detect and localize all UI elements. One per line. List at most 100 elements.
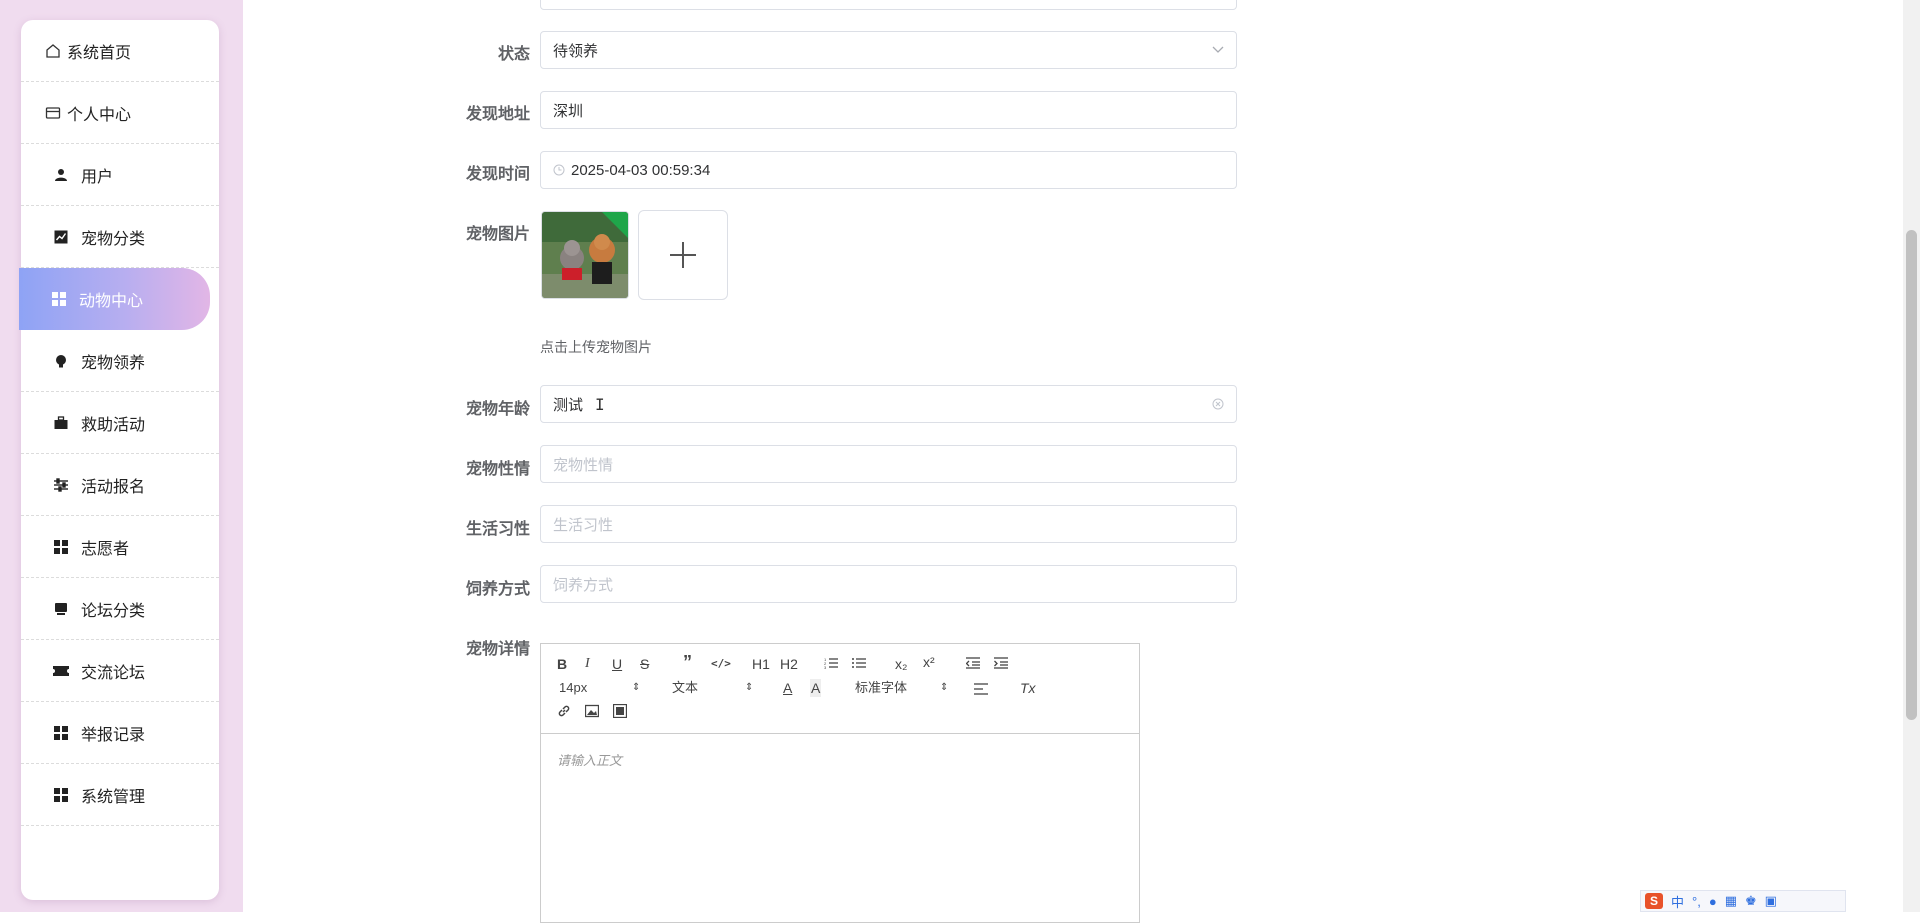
sidebar-item-label: 系统管理 <box>81 788 146 806</box>
status-select[interactable]: 待领养 <box>540 31 1237 69</box>
feeding-label: 饲养方式 <box>465 581 530 598</box>
briefcase-icon <box>51 413 71 433</box>
italic-button[interactable]: I <box>585 655 590 673</box>
sidebar-item-forum[interactable]: 交流论坛 <box>21 640 219 702</box>
sidebar-item-label: 系统首页 <box>67 44 132 62</box>
text-cursor-icon: I <box>595 394 605 414</box>
align-left-icon[interactable] <box>974 681 988 699</box>
h1-button[interactable]: H1 <box>752 655 770 673</box>
found-time-picker[interactable]: 2025-04-03 00:59:34 <box>540 151 1237 189</box>
grid-icon <box>51 785 71 805</box>
image-icon[interactable] <box>584 704 600 722</box>
pet-temper-placeholder: 宠物性情 <box>553 456 614 474</box>
pet-temper-label: 宠物性情 <box>465 461 530 478</box>
plus-icon <box>668 240 698 270</box>
ime-toolbar[interactable]: S 中 °, ● ▦ ♚ ▣ <box>1640 890 1846 912</box>
sidebar-item-system-management[interactable]: 系统管理 <box>21 764 219 826</box>
sidebar-item-home[interactable]: 系统首页 <box>21 20 219 82</box>
pet-age-label: 宠物年龄 <box>465 401 530 418</box>
outdent-icon[interactable] <box>965 655 980 673</box>
sidebar-item-user[interactable]: 用户 <box>21 144 219 206</box>
sidebar-item-label: 用户 <box>81 168 114 186</box>
keyboard-icon[interactable]: ▦ <box>1725 893 1737 909</box>
font-family-select[interactable]: 标准字体 <box>855 679 907 697</box>
code-icon[interactable]: </> <box>711 655 731 673</box>
home-icon <box>43 41 63 61</box>
sidebar-item-activity-signup[interactable]: 活动报名 <box>21 454 219 516</box>
sidebar-item-report-record[interactable]: 举报记录 <box>21 702 219 764</box>
feeding-placeholder: 饲养方式 <box>553 576 614 594</box>
subscript-button[interactable]: x₂ <box>895 655 907 673</box>
microphone-icon[interactable]: ● <box>1709 894 1717 909</box>
indent-icon[interactable] <box>994 655 1008 673</box>
svg-text:3: 3 <box>824 665 827 669</box>
sidebar-item-label: 举报记录 <box>81 726 146 744</box>
ime-language[interactable]: 中 <box>1671 892 1684 911</box>
grid-icon <box>51 537 71 557</box>
page-scrollbar[interactable] <box>1903 0 1920 912</box>
sidebar-item-label: 宠物分类 <box>81 230 146 248</box>
sidebar-item-label: 动物中心 <box>79 293 144 310</box>
living-habits-placeholder: 生活习性 <box>553 516 614 534</box>
user-icon <box>51 165 71 185</box>
editor-placeholder: 请输入正文 <box>557 753 623 768</box>
previous-field[interactable] <box>540 0 1237 10</box>
editor-toolbar: B I U S ” </> H1 H2 123 x₂ x² 14px ⇕ 文本 … <box>541 644 1139 734</box>
ime-logo-icon: S <box>1645 893 1663 909</box>
superscript-button[interactable]: x² <box>923 653 935 671</box>
ordered-list-icon[interactable]: 123 <box>824 655 838 673</box>
found-time-label: 发现时间 <box>465 166 530 183</box>
sidebar-item-pet-adoption[interactable]: 宠物领养 <box>21 330 219 392</box>
sidebar-item-label: 宠物领养 <box>81 354 146 372</box>
found-time-value: 2025-04-03 00:59:34 <box>571 161 711 179</box>
font-size-select[interactable]: 14px <box>559 679 587 697</box>
pet-age-input[interactable]: 测试 I <box>540 385 1237 423</box>
block-type-select[interactable]: 文本 <box>672 679 698 697</box>
clear-format-label: Tx <box>1020 680 1036 696</box>
background-color-icon[interactable]: A <box>810 679 822 697</box>
tray-icon <box>51 599 71 619</box>
font-color-icon[interactable]: A <box>783 679 792 697</box>
sliders-icon <box>51 475 71 495</box>
address-input[interactable]: 深圳 <box>540 91 1237 129</box>
sidebar-item-forum-category[interactable]: 论坛分类 <box>21 578 219 640</box>
chevron-down-icon <box>1212 32 1224 68</box>
pet-age-value: 测试 <box>553 396 584 414</box>
apps-icon[interactable]: ▣ <box>1765 893 1777 909</box>
status-value: 待领养 <box>553 42 599 60</box>
bold-button[interactable]: B <box>557 655 567 673</box>
updown-icon: ⇕ <box>940 682 949 693</box>
sidebar-item-label: 个人中心 <box>67 106 132 124</box>
updown-icon: ⇕ <box>632 682 641 693</box>
clear-icon[interactable] <box>1212 386 1224 422</box>
grid-icon <box>49 289 69 309</box>
punctuation-icon[interactable]: °, <box>1692 894 1701 909</box>
clock-icon <box>553 164 565 176</box>
link-icon[interactable] <box>557 704 571 722</box>
sidebar-item-animal-center[interactable]: 动物中心 <box>19 268 210 330</box>
feeding-input[interactable]: 饲养方式 <box>540 565 1237 603</box>
video-icon[interactable] <box>612 703 628 722</box>
scrollbar-thumb[interactable] <box>1906 230 1917 720</box>
pet-image-thumbnail[interactable] <box>541 211 629 299</box>
living-habits-input[interactable]: 生活习性 <box>540 505 1237 543</box>
sidebar-item-rescue-activity[interactable]: 救助活动 <box>21 392 219 454</box>
h2-button[interactable]: H2 <box>780 655 798 673</box>
bullet-list-icon[interactable] <box>852 655 866 673</box>
strike-button[interactable]: S <box>640 655 649 673</box>
pet-temper-input[interactable]: 宠物性情 <box>540 445 1237 483</box>
sidebar-item-pet-category[interactable]: 宠物分类 <box>21 206 219 268</box>
sidebar-item-volunteer[interactable]: 志愿者 <box>21 516 219 578</box>
card-icon <box>43 103 63 123</box>
sidebar-item-personal-center[interactable]: 个人中心 <box>21 82 219 144</box>
clear-format-button[interactable]: Tx <box>1020 679 1036 697</box>
pet-detail-label: 宠物详情 <box>465 641 530 658</box>
sidebar-item-label: 活动报名 <box>81 478 146 496</box>
sidebar-item-label: 志愿者 <box>81 540 130 558</box>
blockquote-icon[interactable]: ” <box>683 653 692 671</box>
upload-image-button[interactable] <box>638 210 728 300</box>
underline-button[interactable]: U <box>612 655 622 673</box>
bulb-icon <box>51 351 71 371</box>
sidebar: 系统首页 个人中心 用户 宠物分类 动物中心 宠物领养 救助活动 活动报名 志愿… <box>19 20 219 900</box>
skin-icon[interactable]: ♚ <box>1745 893 1757 909</box>
